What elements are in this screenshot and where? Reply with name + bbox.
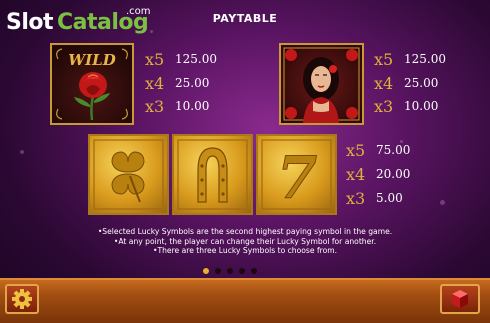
info-line: •There are three Lucky Symbols to choose… [152,246,338,256]
pay-value: 75.00 [376,143,411,157]
pay-row: x5 75.00 [346,141,456,163]
pay-row: x4 20.00 [346,165,456,187]
seven-glyph: 7 [277,144,317,212]
lucky-symbol-info: •Selected Lucky Symbols are the second h… [40,227,450,256]
horseshoe-icon [177,139,248,210]
pay-value: 5.00 [376,191,403,205]
pay-multiplier: x5 [346,141,366,160]
info-line: •At any point, the player can change the… [113,236,377,246]
page-dot-5[interactable] [251,268,257,274]
pay-row: x3 10.00 [374,97,484,119]
pay-value: 20.00 [376,167,411,181]
paytable-title: PAYTABLE [212,12,278,25]
lucky-clover-symbol [88,134,169,215]
lady-portrait-icon [283,47,360,123]
info-line: •Selected Lucky Symbols are the second h… [97,227,393,236]
pay-row: x4 25.00 [374,74,484,96]
pay-multiplier: x3 [145,97,165,116]
pay-value: 125.00 [404,52,446,66]
seven-icon: 7 [261,139,332,213]
info-button[interactable] [440,284,480,314]
pay-row: x5 125.00 [374,50,484,72]
slotcatalog-logo: Slot Catalog .com [6,6,156,40]
bottom-bar [0,278,490,323]
pay-value: 25.00 [404,76,439,90]
wild-label: WILD [68,51,115,69]
pay-value: 125.00 [175,52,217,66]
sparkle [20,150,24,154]
pay-multiplier: x5 [374,50,394,69]
pay-value: 10.00 [175,99,210,113]
pay-value: 10.00 [404,99,439,113]
page-indicator [203,268,283,276]
lady-symbol [279,43,364,125]
page-dot-2[interactable] [215,268,221,274]
lucky-seven-symbol: 7 [256,134,337,215]
settings-button[interactable] [5,284,39,314]
cube-icon [452,290,468,308]
logo-slot-text: Slot [6,10,54,35]
pay-row: x3 10.00 [145,97,255,119]
page-dot-1[interactable] [203,268,209,274]
pay-row: x3 5.00 [346,189,456,211]
pay-multiplier: x4 [346,165,366,184]
logo-com-text: .com [126,6,151,17]
pay-row: x4 25.00 [145,74,255,96]
pay-multiplier: x4 [145,74,165,93]
pay-value: 25.00 [175,76,210,90]
wild-symbol: WILD [50,43,134,125]
pay-multiplier: x4 [374,74,394,93]
wild-rose-icon: WILD [56,48,128,121]
clover-icon [93,139,164,210]
pay-multiplier: x3 [346,189,366,208]
pay-row: x5 125.00 [145,50,255,72]
pay-multiplier: x5 [145,50,165,69]
page-dot-3[interactable] [227,268,233,274]
page-dot-4[interactable] [239,268,245,274]
gear-icon [12,289,32,309]
lucky-horseshoe-symbol [172,134,253,215]
pay-multiplier: x3 [374,97,394,116]
